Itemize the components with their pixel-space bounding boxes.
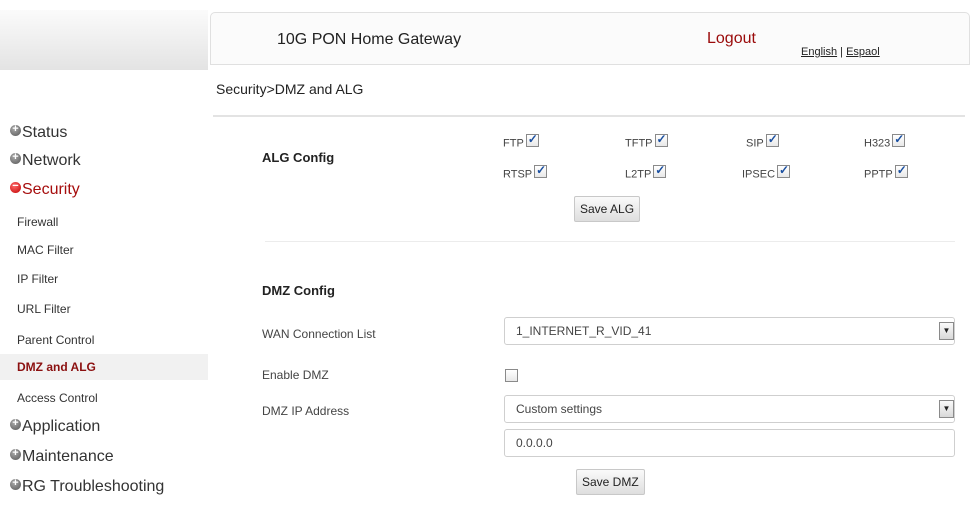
alg-ipsec[interactable]: IPSEC bbox=[742, 163, 791, 181]
alg-tftp[interactable]: TFTP bbox=[625, 132, 668, 150]
lang-separator: | bbox=[840, 46, 843, 58]
expand-icon bbox=[10, 477, 21, 491]
collapse-icon bbox=[10, 180, 21, 194]
expand-icon bbox=[10, 151, 21, 165]
nav-maintenance-label: Maintenance bbox=[22, 448, 114, 465]
alg-ipsec-checkbox[interactable] bbox=[777, 163, 791, 178]
nav-status-label: Status bbox=[22, 124, 68, 141]
nav-security[interactable]: Security bbox=[10, 180, 80, 199]
lang-english-link[interactable]: English bbox=[801, 46, 837, 58]
expand-icon bbox=[10, 447, 21, 461]
alg-h323-label: H323 bbox=[864, 137, 891, 150]
language-switcher: English | Espaol bbox=[801, 46, 880, 58]
alg-sip[interactable]: SIP bbox=[746, 132, 779, 150]
alg-rtsp-checkbox[interactable] bbox=[534, 163, 548, 178]
alg-sip-label: SIP bbox=[746, 137, 764, 150]
lang-espanol-link[interactable]: Espaol bbox=[846, 46, 880, 58]
nav-sub-url-filter[interactable]: URL Filter bbox=[0, 296, 208, 322]
nav-sub-dmz-alg[interactable]: DMZ and ALG bbox=[0, 354, 208, 380]
dmz-ip-input[interactable]: 0.0.0.0 bbox=[504, 429, 955, 457]
nav-sub-access-control[interactable]: Access Control bbox=[0, 385, 208, 411]
alg-ftp-checkbox[interactable] bbox=[525, 132, 539, 147]
dmz-ip-value: 0.0.0.0 bbox=[516, 436, 553, 450]
dmz-config-heading: DMZ Config bbox=[262, 283, 335, 298]
alg-h323-checkbox[interactable] bbox=[892, 132, 906, 147]
enable-dmz-label: Enable DMZ bbox=[262, 368, 329, 382]
nav-sub-mac-filter[interactable]: MAC Filter bbox=[0, 237, 208, 263]
dmz-ip-mode-select[interactable]: Custom settings ▼ bbox=[504, 395, 955, 423]
expand-icon bbox=[10, 123, 21, 137]
section-divider bbox=[265, 241, 955, 242]
alg-h323[interactable]: H323 bbox=[864, 132, 906, 150]
nav-maintenance[interactable]: Maintenance bbox=[10, 447, 114, 466]
alg-pptp-label: PPTP bbox=[864, 168, 893, 181]
alg-rtsp-label: RTSP bbox=[503, 168, 533, 181]
nav-network-label: Network bbox=[22, 152, 81, 169]
nav-sub-ip-filter[interactable]: IP Filter bbox=[0, 266, 208, 292]
header-rule bbox=[213, 115, 965, 117]
nav-network[interactable]: Network bbox=[10, 151, 81, 170]
nav-application-label: Application bbox=[22, 418, 101, 435]
alg-ftp-label: FTP bbox=[503, 137, 524, 150]
dropdown-arrow-icon: ▼ bbox=[939, 400, 954, 418]
save-dmz-button[interactable]: Save DMZ bbox=[576, 469, 645, 495]
alg-pptp-checkbox[interactable] bbox=[894, 163, 908, 178]
app-title: 10G PON Home Gateway bbox=[277, 31, 462, 48]
alg-config-heading: ALG Config bbox=[262, 150, 335, 165]
wan-connection-select[interactable]: 1_INTERNET_R_VID_41 ▼ bbox=[504, 317, 955, 345]
alg-sip-checkbox[interactable] bbox=[765, 132, 779, 147]
nav-security-label: Security bbox=[22, 181, 80, 198]
sidebar-banner bbox=[0, 10, 208, 70]
alg-rtsp[interactable]: RTSP bbox=[503, 163, 548, 181]
header-bar: 10G PON Home Gateway Logout English | Es… bbox=[210, 12, 970, 65]
wan-connection-label: WAN Connection List bbox=[262, 327, 376, 341]
alg-l2tp[interactable]: L2TP bbox=[625, 163, 667, 181]
alg-l2tp-checkbox[interactable] bbox=[653, 163, 667, 178]
alg-ipsec-label: IPSEC bbox=[742, 168, 776, 181]
enable-dmz-checkbox[interactable] bbox=[505, 369, 518, 382]
nav-rg-troubleshooting-label: RG Troubleshooting bbox=[22, 478, 165, 495]
nav-status[interactable]: Status bbox=[10, 123, 68, 142]
expand-icon bbox=[10, 417, 21, 431]
nav-application[interactable]: Application bbox=[10, 417, 101, 436]
alg-pptp[interactable]: PPTP bbox=[864, 163, 908, 181]
dmz-ip-mode-value: Custom settings bbox=[516, 402, 603, 416]
breadcrumb: Security>DMZ and ALG bbox=[216, 81, 364, 97]
logout-link[interactable]: Logout bbox=[707, 30, 756, 48]
alg-tftp-label: TFTP bbox=[625, 137, 653, 150]
nav-sub-parent-control[interactable]: Parent Control bbox=[0, 327, 208, 353]
alg-ftp[interactable]: FTP bbox=[503, 132, 539, 150]
save-alg-button[interactable]: Save ALG bbox=[574, 196, 641, 222]
alg-l2tp-label: L2TP bbox=[625, 168, 652, 181]
nav-sub-firewall[interactable]: Firewall bbox=[0, 209, 208, 235]
alg-tftp-checkbox[interactable] bbox=[654, 132, 668, 147]
dropdown-arrow-icon: ▼ bbox=[939, 322, 954, 340]
dmz-ip-label: DMZ IP Address bbox=[262, 404, 350, 418]
wan-connection-value: 1_INTERNET_R_VID_41 bbox=[516, 324, 652, 338]
nav-rg-troubleshooting[interactable]: RG Troubleshooting bbox=[10, 477, 165, 496]
